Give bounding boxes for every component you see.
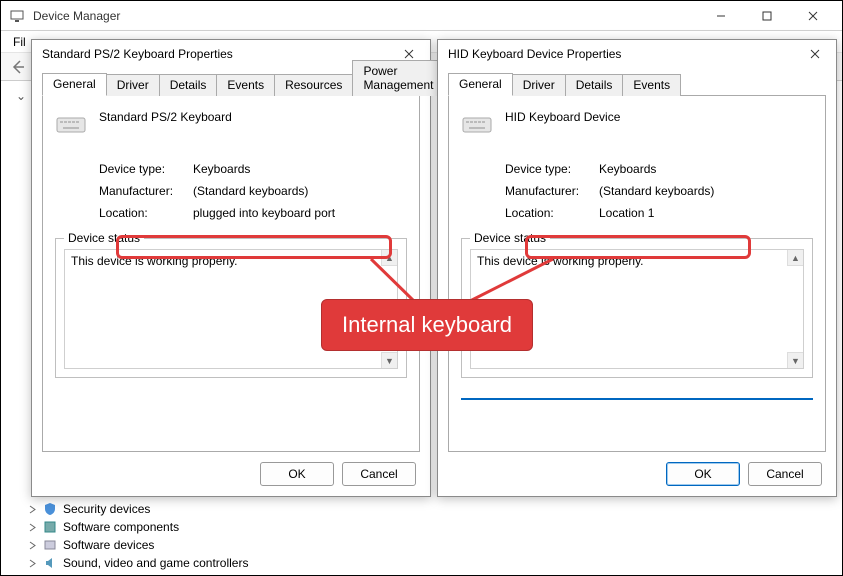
dialog-ps2-keyboard-properties: Standard PS/2 Keyboard Properties Genera… — [31, 39, 431, 497]
chevron-right-icon[interactable] — [28, 541, 37, 550]
back-button[interactable] — [7, 56, 29, 78]
tree-row[interactable]: Security devices — [28, 500, 248, 518]
tab-page-general: Standard PS/2 Keyboard Device type:Keybo… — [42, 96, 420, 452]
value-manufacturer: (Standard keyboards) — [599, 184, 714, 198]
component-icon — [43, 520, 57, 534]
tab-events[interactable]: Events — [622, 74, 681, 96]
chevron-right-icon[interactable] — [28, 559, 37, 568]
label-device-type: Device type: — [505, 162, 599, 176]
label-manufacturer: Manufacturer: — [99, 184, 193, 198]
expander-icon[interactable]: ⌄ — [16, 89, 26, 103]
tab-general[interactable]: General — [448, 73, 513, 96]
value-manufacturer: (Standard keyboards) — [193, 184, 308, 198]
scroll-down-button[interactable]: ▼ — [787, 352, 803, 368]
tab-power[interactable]: Power Management — [352, 60, 444, 96]
device-status-text[interactable]: This device is working properly. ▲ ▼ — [64, 249, 398, 369]
maximize-button[interactable] — [744, 1, 790, 31]
tab-resources[interactable]: Resources — [274, 74, 353, 96]
status-legend: Device status — [470, 231, 550, 245]
cancel-button[interactable]: Cancel — [748, 462, 822, 486]
dialog-title: Standard PS/2 Keyboard Properties — [42, 47, 233, 61]
dialog-close-button[interactable] — [800, 42, 830, 66]
minimize-button[interactable] — [698, 1, 744, 31]
tab-events[interactable]: Events — [216, 74, 275, 96]
device-manager-titlebar: Device Manager — [1, 1, 842, 31]
value-location: Location 1 — [599, 206, 654, 220]
device-status-group: Device status This device is working pro… — [461, 238, 813, 378]
label-location: Location: — [99, 206, 193, 220]
label-manufacturer: Manufacturer: — [505, 184, 599, 198]
focus-underline — [461, 398, 813, 400]
tree-row[interactable]: Software components — [28, 518, 248, 536]
device-name: Standard PS/2 Keyboard — [99, 108, 232, 124]
tab-page-general: HID Keyboard Device Device type:Keyboard… — [448, 96, 826, 452]
device-status-text[interactable]: This device is working properly. ▲ ▼ — [470, 249, 804, 369]
dialog-title: HID Keyboard Device Properties — [448, 47, 621, 61]
ok-button[interactable]: OK — [260, 462, 334, 486]
value-device-type: Keyboards — [193, 162, 250, 176]
tab-driver[interactable]: Driver — [106, 74, 160, 96]
label-location: Location: — [505, 206, 599, 220]
tree-row[interactable]: Sound, video and game controllers — [28, 554, 248, 572]
sound-icon — [43, 556, 57, 570]
scroll-up-button[interactable]: ▲ — [381, 250, 397, 266]
tabstrip: General Driver Details Events Resources … — [42, 72, 420, 96]
device-name: HID Keyboard Device — [505, 108, 620, 124]
tab-general[interactable]: General — [42, 73, 107, 96]
chevron-right-icon[interactable] — [28, 523, 37, 532]
dialog-titlebar[interactable]: HID Keyboard Device Properties — [438, 40, 836, 68]
label-device-type: Device type: — [99, 162, 193, 176]
menu-file[interactable]: Fil — [7, 33, 32, 51]
scroll-up-button[interactable]: ▲ — [787, 250, 803, 266]
value-device-type: Keyboards — [599, 162, 656, 176]
tab-details[interactable]: Details — [159, 74, 218, 96]
value-location: plugged into keyboard port — [193, 206, 335, 220]
close-button[interactable] — [790, 1, 836, 31]
cancel-button[interactable]: Cancel — [342, 462, 416, 486]
device-icon — [43, 538, 57, 552]
tabstrip: General Driver Details Events — [448, 72, 826, 96]
app-icon — [9, 8, 25, 24]
security-icon — [43, 502, 57, 516]
chevron-right-icon[interactable] — [28, 505, 37, 514]
window-title: Device Manager — [33, 9, 120, 23]
status-legend: Device status — [64, 231, 144, 245]
dialog-hid-keyboard-properties: HID Keyboard Device Properties General D… — [437, 39, 837, 497]
tab-driver[interactable]: Driver — [512, 74, 566, 96]
ok-button[interactable]: OK — [666, 462, 740, 486]
device-status-group: Device status This device is working pro… — [55, 238, 407, 378]
keyboard-icon — [461, 108, 493, 140]
scroll-down-button[interactable]: ▼ — [381, 352, 397, 368]
tab-details[interactable]: Details — [565, 74, 624, 96]
tree-row[interactable]: Software devices — [28, 536, 248, 554]
keyboard-icon — [55, 108, 87, 140]
